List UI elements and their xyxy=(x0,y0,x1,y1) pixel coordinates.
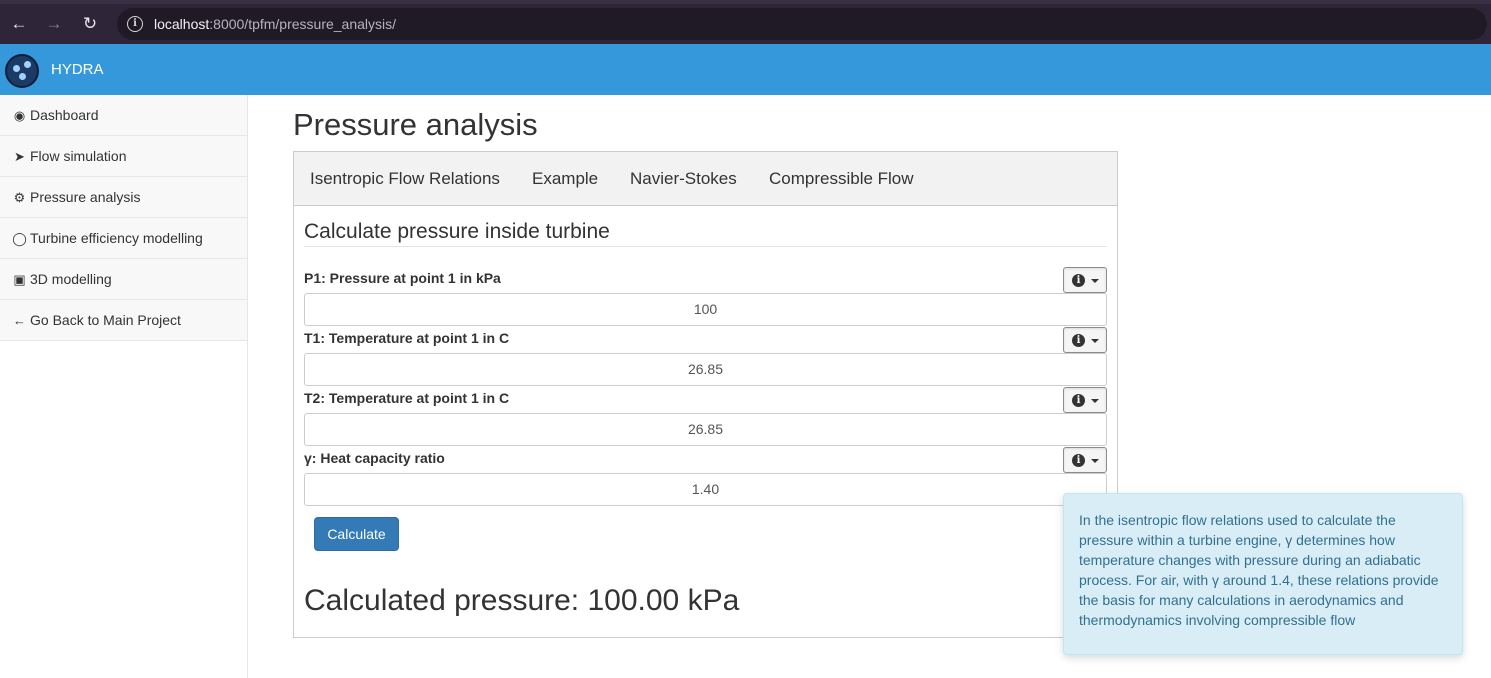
t2-label: T2: Temperature at point 1 in C xyxy=(304,390,510,406)
site-info-icon[interactable]: i xyxy=(127,16,143,32)
sidebar-item-3d-modelling[interactable]: ▣ 3D modelling xyxy=(0,259,247,300)
p1-input[interactable]: 100 xyxy=(304,293,1107,326)
p1-info-dropdown-button[interactable]: i xyxy=(1063,267,1107,293)
t2-info-dropdown-button[interactable]: i xyxy=(1063,387,1107,413)
t2-input[interactable]: 26.85 xyxy=(304,413,1107,446)
brand-name[interactable]: HYDRA xyxy=(51,61,104,78)
tab-compressible-flow[interactable]: Compressible Flow xyxy=(769,169,914,189)
tab-bar: Isentropic Flow Relations Example Navier… xyxy=(294,152,1117,206)
reload-icon[interactable]: ↻ xyxy=(78,12,102,36)
info-icon: i xyxy=(1072,394,1085,407)
browser-toolbar: ← → ↻ i localhost:8000/tpfm/pressure_ana… xyxy=(0,0,1491,44)
sidebar-item-flow-simulation[interactable]: ➤ Flow simulation xyxy=(0,136,247,177)
caret-down-icon xyxy=(1091,399,1099,403)
sidebar-item-label: Turbine efficiency modelling xyxy=(30,230,203,246)
forward-arrow-icon[interactable]: → xyxy=(42,12,66,36)
sidebar: ◉ Dashboard ➤ Flow simulation ⚙ Pressure an… xyxy=(0,95,248,678)
calculate-button[interactable]: Calculate xyxy=(314,517,399,551)
sidebar-item-label: Go Back to Main Project xyxy=(30,312,181,328)
gamma-input[interactable]: 1.40 xyxy=(304,473,1107,506)
info-icon: i xyxy=(1072,334,1085,347)
sidebar-item-go-back[interactable]: ← Go Back to Main Project xyxy=(0,300,247,341)
info-icon: i xyxy=(1072,274,1085,287)
result-text: Calculated pressure: 100.00 kPa xyxy=(304,584,740,617)
address-bar[interactable]: i localhost:8000/tpfm/pressure_analysis/ xyxy=(117,8,1487,40)
sidebar-item-label: 3D modelling xyxy=(30,271,112,287)
gear-icon: ⚙ xyxy=(13,190,26,205)
tab-example[interactable]: Example xyxy=(532,169,598,189)
info-icon: i xyxy=(1072,454,1085,467)
tab-isentropic-flow-relations[interactable]: Isentropic Flow Relations xyxy=(310,169,500,189)
gamma-info-dropdown-button[interactable]: i xyxy=(1063,447,1107,473)
cube-icon: ▣ xyxy=(13,272,26,287)
divider xyxy=(304,246,1107,247)
app-navbar: HYDRA xyxy=(0,44,1491,95)
caret-down-icon xyxy=(1091,279,1099,283)
caret-down-icon xyxy=(1091,339,1099,343)
tab-navier-stokes[interactable]: Navier-Stokes xyxy=(630,169,737,189)
sidebar-item-pressure-analysis[interactable]: ⚙ Pressure analysis xyxy=(0,177,247,218)
url-text[interactable]: localhost:8000/tpfm/pressure_analysis/ xyxy=(154,16,396,32)
sidebar-item-label: Dashboard xyxy=(30,107,99,123)
pin-icon: ➤ xyxy=(14,149,25,164)
sidebar-item-label: Flow simulation xyxy=(30,148,127,164)
gamma-label: γ: Heat capacity ratio xyxy=(304,450,445,466)
hydra-logo-icon[interactable] xyxy=(5,54,39,88)
calculator-panel: Isentropic Flow Relations Example Navier… xyxy=(293,151,1118,638)
gamma-info-popover: In the isentropic flow relations used to… xyxy=(1063,493,1463,655)
page-title: Pressure analysis xyxy=(293,107,538,142)
section-title: Calculate pressure inside turbine xyxy=(304,220,610,243)
user-icon: ◯ xyxy=(12,231,27,246)
sidebar-item-label: Pressure analysis xyxy=(30,189,141,205)
arrow-left-icon: ← xyxy=(13,313,26,328)
back-arrow-icon[interactable]: ← xyxy=(7,12,31,36)
t1-input[interactable]: 26.85 xyxy=(304,353,1107,386)
t1-label: T1: Temperature at point 1 in C xyxy=(304,330,510,346)
dashboard-icon: ◉ xyxy=(13,108,26,123)
sidebar-item-dashboard[interactable]: ◉ Dashboard xyxy=(0,95,247,136)
t1-info-dropdown-button[interactable]: i xyxy=(1063,327,1107,353)
caret-down-icon xyxy=(1091,459,1099,463)
p1-label: P1: Pressure at point 1 in kPa xyxy=(304,270,501,286)
sidebar-item-turbine-efficiency[interactable]: ◯ Turbine efficiency modelling xyxy=(0,218,247,259)
